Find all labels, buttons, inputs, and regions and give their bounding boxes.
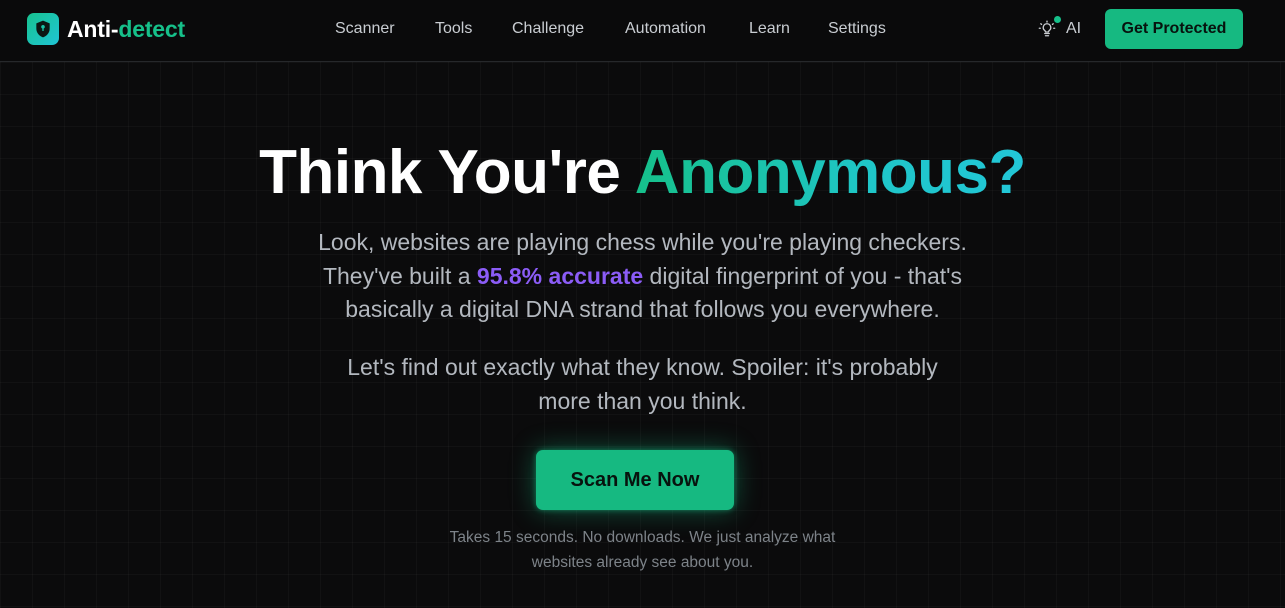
ai-toggle[interactable]: AI: [1038, 16, 1082, 41]
hero-paragraph-1-line-1: Look, websites are playing chess while y…: [318, 229, 967, 255]
hero-paragraph-1: Look, websites are playing chess while y…: [0, 226, 1285, 327]
page: Anti-detect Scanner Tools Challenge Auto…: [0, 0, 1285, 608]
nav-learn[interactable]: Learn: [749, 19, 790, 39]
scan-note: Takes 15 seconds. No downloads. We just …: [0, 526, 1285, 575]
ai-label: AI: [1066, 20, 1082, 37]
hero-paragraph-2-line-1: Let's find out exactly what they know. S…: [347, 354, 938, 380]
hero-title: Think You're Anonymous?: [0, 138, 1285, 208]
para1-line2-pre: They've built a: [322, 262, 477, 289]
nav-settings[interactable]: Settings: [828, 19, 886, 39]
nav-automation[interactable]: Automation: [625, 19, 706, 39]
hero-paragraph-2-line-2: more than you think.: [538, 387, 747, 414]
hero-title-part1: Think You're: [259, 138, 635, 207]
main-nav: Scanner Tools Challenge Automation Learn…: [0, 0, 1285, 62]
nav-tools[interactable]: Tools: [435, 19, 472, 39]
scan-note-line-2: websites already see about you.: [531, 553, 754, 571]
nav-scanner[interactable]: Scanner: [335, 19, 395, 39]
hero-paragraph-1-line-3: basically a digital DNA strand that foll…: [345, 296, 940, 322]
nav-challenge[interactable]: Challenge: [512, 19, 584, 39]
accuracy-highlight: 95.8% accurate: [476, 262, 644, 289]
ai-status-dot: [1054, 16, 1061, 23]
scan-me-now-button[interactable]: Scan Me Now: [536, 450, 734, 510]
hero-paragraph-2: Let's find out exactly what they know. S…: [0, 351, 1285, 418]
hero-paragraph-1-line-2: They've built a 95.8% accurate digital f…: [0, 260, 1285, 294]
top-header: Anti-detect Scanner Tools Challenge Auto…: [0, 0, 1285, 62]
hero-title-part2: Anonymous?: [634, 138, 1027, 207]
get-protected-button[interactable]: Get Protected: [1105, 9, 1243, 49]
para1-line2-post: digital fingerprint of you - that's: [643, 262, 963, 289]
scan-note-line-1: Takes 15 seconds. No downloads. We just …: [449, 529, 836, 546]
lightbulb-icon: [1038, 20, 1056, 38]
